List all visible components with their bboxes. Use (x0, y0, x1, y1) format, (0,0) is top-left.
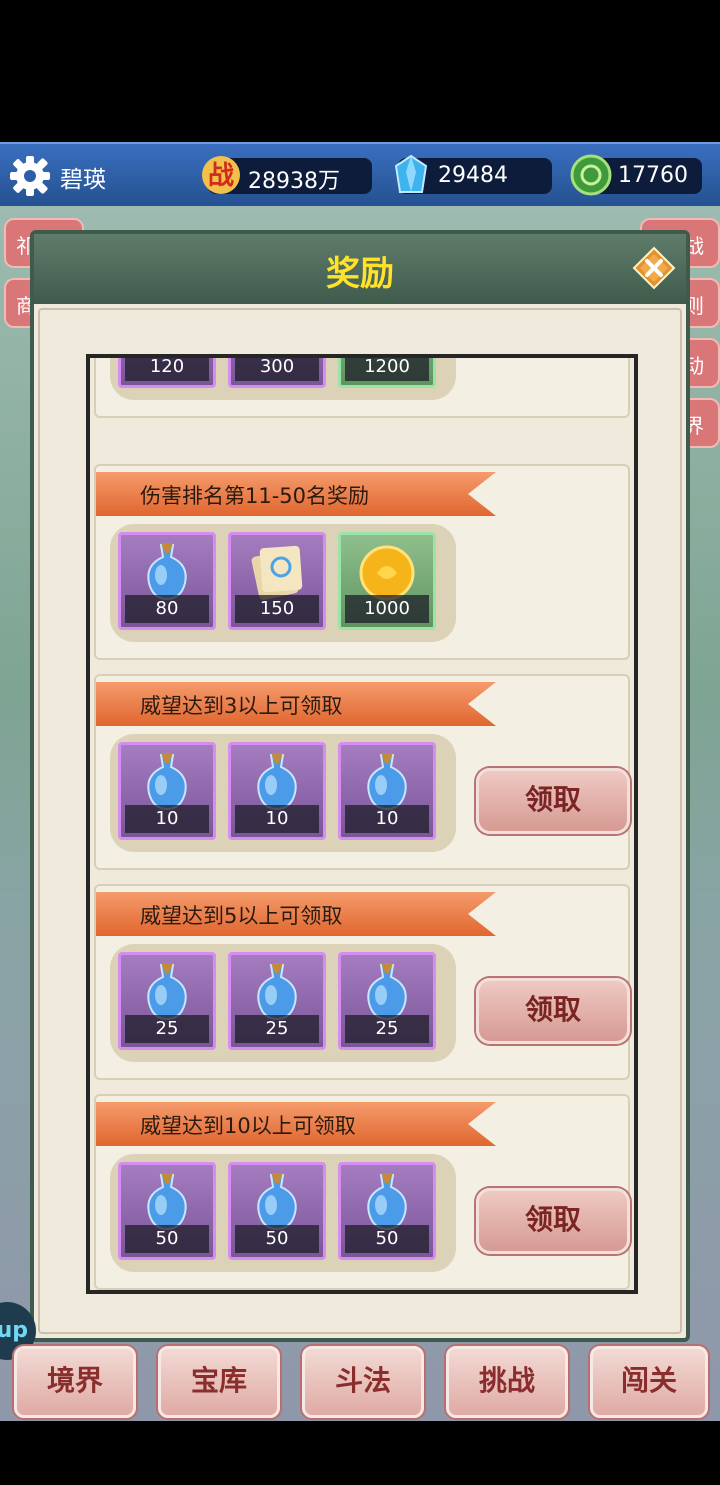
reward-item[interactable]: 150 (228, 532, 326, 630)
item-quantity: 1200 (345, 358, 429, 381)
reward-item[interactable]: 300 (228, 358, 326, 388)
jade-coin-icon (570, 154, 612, 196)
nav-baoku-button[interactable]: 宝库 (158, 1346, 280, 1418)
claim-button[interactable]: 领取 (476, 768, 630, 834)
claim-button[interactable]: 领取 (476, 1188, 630, 1254)
item-quantity: 300 (235, 358, 319, 381)
jade-value: 17760 (618, 163, 688, 188)
blue-gem-icon (394, 154, 428, 193)
section-heading: 伤害排名第11-50名奖励 (140, 484, 370, 508)
reward-section: 威望达到3以上可领取 10 10 10 领取 (94, 674, 630, 870)
reward-item[interactable]: 50 (118, 1162, 216, 1260)
reward-list[interactable]: 120 300 1200 伤害排名第11-50名奖励 80 150 1000 威… (86, 354, 638, 1294)
section-heading: 威望达到3以上可领取 (140, 694, 343, 718)
reward-item[interactable]: 1200 (338, 358, 436, 388)
gold-coin-icon (359, 545, 415, 601)
potion-icon (367, 963, 407, 1021)
combat-power-display: 战 28938万 (202, 156, 372, 194)
potion-icon (367, 753, 407, 811)
item-quantity: 10 (125, 805, 209, 833)
potion-icon (147, 1173, 187, 1231)
item-tray: 120 300 1200 (110, 358, 456, 400)
potion-icon (147, 543, 187, 601)
potion-icon (257, 1173, 297, 1231)
item-quantity: 50 (235, 1225, 319, 1253)
potion-icon (367, 1173, 407, 1231)
item-quantity: 25 (345, 1015, 429, 1043)
combat-power-value: 28938万 (248, 169, 340, 194)
gem-value: 29484 (438, 163, 508, 188)
item-quantity: 150 (235, 595, 319, 623)
reward-item[interactable]: 50 (338, 1162, 436, 1260)
section-heading: 威望达到5以上可领取 (140, 904, 343, 928)
item-quantity: 50 (345, 1225, 429, 1253)
item-quantity: 25 (125, 1015, 209, 1043)
item-quantity: 25 (235, 1015, 319, 1043)
reward-item[interactable]: 1000 (338, 532, 436, 630)
section-ribbon: 威望达到5以上可领取 (96, 892, 496, 936)
nav-doufa-button[interactable]: 斗法 (302, 1346, 424, 1418)
item-quantity: 120 (125, 358, 209, 381)
combat-power-icon: 战 (202, 156, 240, 194)
potion-icon (257, 963, 297, 1021)
section-ribbon: 伤害排名第11-50名奖励 (96, 472, 496, 516)
reward-item[interactable]: 25 (338, 952, 436, 1050)
reward-section: 威望达到10以上可领取 50 50 50 领取 (94, 1094, 630, 1290)
reward-item[interactable]: 10 (338, 742, 436, 840)
nav-chuangguan-button[interactable]: 闯关 (590, 1346, 708, 1418)
combat-badge-text: 战 (208, 161, 234, 191)
reward-section: 120 300 1200 (94, 358, 630, 418)
reward-section: 威望达到5以上可领取 25 25 25 领取 (94, 884, 630, 1080)
reward-section: 伤害排名第11-50名奖励 80 150 1000 (94, 464, 630, 660)
reward-item[interactable]: 120 (118, 358, 216, 388)
gem-display: 29484 (394, 154, 552, 194)
player-name: 碧瑛 (60, 167, 106, 193)
item-tray: 50 50 50 (110, 1154, 456, 1272)
section-heading: 威望达到10以上可领取 (140, 1114, 356, 1138)
reward-modal: 奖励 120 300 1200 伤害排名第11-50名奖励 80 150 100… (30, 230, 690, 1342)
item-quantity: 10 (235, 805, 319, 833)
scroll-icon (251, 545, 303, 600)
nav-tiaozhan-button[interactable]: 挑战 (446, 1346, 568, 1418)
nav-jingjie-button[interactable]: 境界 (14, 1346, 136, 1418)
section-ribbon: 威望达到10以上可领取 (96, 1102, 496, 1146)
modal-header: 奖励 (34, 234, 686, 304)
close-icon[interactable] (632, 246, 676, 290)
section-ribbon: 威望达到3以上可领取 (96, 682, 496, 726)
modal-title: 奖励 (326, 254, 394, 294)
potion-icon (257, 753, 297, 811)
item-quantity: 10 (345, 805, 429, 833)
reward-item[interactable]: 25 (118, 952, 216, 1050)
item-tray: 10 10 10 (110, 734, 456, 852)
potion-icon (147, 963, 187, 1021)
claim-button[interactable]: 领取 (476, 978, 630, 1044)
item-quantity: 50 (125, 1225, 209, 1253)
item-quantity: 1000 (345, 595, 429, 623)
reward-item[interactable]: 10 (228, 742, 326, 840)
item-quantity: 80 (125, 595, 209, 623)
item-tray: 80 150 1000 (110, 524, 456, 642)
potion-icon (147, 753, 187, 811)
top-resource-bar: 碧瑛 战 28938万 29484 17760 (0, 142, 720, 208)
reward-item[interactable]: 50 (228, 1162, 326, 1260)
item-tray: 25 25 25 (110, 944, 456, 1062)
jade-display: 17760 (570, 154, 702, 196)
reward-item[interactable]: 80 (118, 532, 216, 630)
settings-gear-icon[interactable] (8, 154, 52, 198)
reward-item[interactable]: 10 (118, 742, 216, 840)
reward-item[interactable]: 25 (228, 952, 326, 1050)
